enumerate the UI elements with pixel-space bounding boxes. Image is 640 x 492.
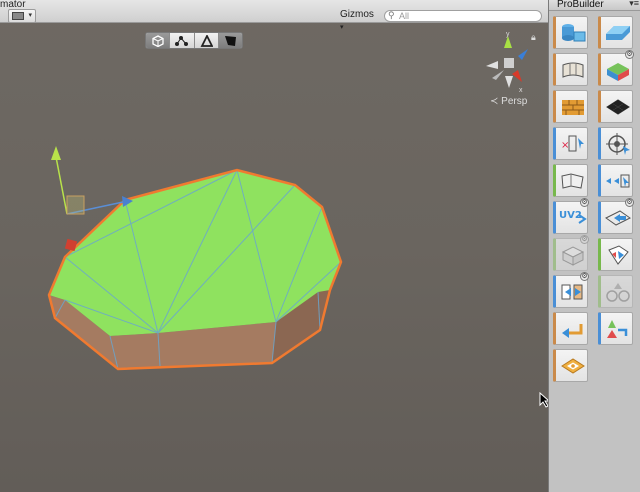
scene-toolbar: mator ▾ Gizmos ▾ ⚲ All bbox=[0, 0, 548, 31]
chevron-down-icon: ▾ bbox=[340, 24, 344, 31]
uv-arrow-icon bbox=[578, 214, 587, 224]
probuilder-tool-grid: ⚙ × ⚙ UV2 ⚙ ⚙ ⚙ bbox=[553, 16, 639, 382]
gizmo-y-label: y bbox=[506, 31, 510, 38]
gizmo-neg-x-cone bbox=[486, 61, 498, 69]
uv2-unwrap-button[interactable]: ⚙ UV2 bbox=[553, 198, 589, 234]
branch-icon bbox=[607, 320, 628, 338]
projection-toggle[interactable]: ≺ Persp bbox=[490, 96, 527, 107]
smoothing-icon bbox=[562, 62, 584, 78]
scene-view[interactable]: mator ▾ Gizmos ▾ ⚲ All y x 🔒︎ ≺ Persp bbox=[0, 0, 551, 492]
face-mode-button[interactable] bbox=[218, 33, 242, 48]
grow-selection-button[interactable]: ⚙ bbox=[598, 198, 634, 234]
proBuilderize-button[interactable] bbox=[553, 312, 588, 345]
new-poly-shape-button[interactable] bbox=[598, 16, 633, 49]
gizmo-plane-handle bbox=[66, 195, 85, 215]
search-input[interactable]: ⚲ All bbox=[384, 10, 542, 22]
uv-editor-button[interactable] bbox=[553, 90, 588, 123]
select-ring-button[interactable] bbox=[598, 164, 633, 197]
gizmo-y-axis bbox=[55, 156, 68, 215]
material-icon bbox=[607, 63, 629, 81]
cube-outline-icon bbox=[561, 246, 585, 266]
probuilder-tab[interactable]: ProBuilder ▾≡ bbox=[549, 0, 640, 11]
gizmo-center-cube bbox=[504, 58, 514, 68]
face-icon bbox=[224, 35, 236, 46]
arrow-icon: ≺ bbox=[490, 96, 502, 107]
shape-icon bbox=[562, 24, 586, 42]
center-pivot-button[interactable] bbox=[553, 349, 588, 382]
poly-shape-icon bbox=[606, 26, 630, 40]
extrude-button[interactable]: ⚙ bbox=[553, 235, 589, 271]
select-hidden-button[interactable]: × bbox=[553, 127, 588, 160]
search-icon: ⚲ bbox=[388, 10, 395, 20]
panel-menu-icon[interactable]: ▾≡ bbox=[629, 0, 639, 8]
merge-objects-button[interactable] bbox=[598, 275, 633, 308]
gizmo-y-arrow bbox=[51, 146, 61, 160]
arrow-turn-icon bbox=[562, 324, 583, 338]
pivot-icon bbox=[561, 358, 585, 374]
search-placeholder: All bbox=[399, 11, 410, 21]
grow-select-icon bbox=[605, 210, 631, 226]
new-shape-button[interactable] bbox=[553, 16, 588, 49]
chevron-down-icon: ▾ bbox=[28, 12, 32, 19]
projection-label: Persp bbox=[501, 96, 528, 107]
crosshair-icon bbox=[606, 133, 630, 155]
cube-icon bbox=[151, 34, 164, 47]
brick-texture-icon bbox=[562, 100, 584, 115]
mirror-icon bbox=[561, 284, 583, 300]
edge-mode-button[interactable] bbox=[195, 33, 219, 48]
vertex-mode-button[interactable] bbox=[170, 33, 195, 48]
gizmo-neg-y-cone bbox=[505, 76, 513, 88]
select-edge-loop-button[interactable] bbox=[598, 312, 633, 345]
gizmo-z-cone bbox=[518, 49, 528, 60]
probuilder-title: ProBuilder bbox=[557, 0, 604, 10]
object-mode-button[interactable] bbox=[146, 33, 171, 48]
gizmos-label: Gizmos bbox=[340, 9, 374, 20]
gizmo-x-label: x bbox=[519, 87, 523, 94]
merge-icon bbox=[606, 283, 630, 302]
mirror-objects-button[interactable]: ⚙ bbox=[553, 272, 589, 308]
checker-icon bbox=[606, 99, 630, 115]
flip-normals-button[interactable] bbox=[553, 164, 588, 197]
probuilder-panel: ProBuilder ▾≡ ⚙ × ⚙ UV2 ⚙ ⚙ ⚙ bbox=[548, 0, 640, 492]
handle-alignment-button[interactable] bbox=[598, 127, 633, 160]
shrink-select-icon bbox=[606, 174, 630, 188]
selection-mode-toolbar bbox=[145, 32, 243, 49]
image-icon bbox=[12, 12, 24, 20]
mesh-object[interactable] bbox=[0, 0, 548, 492]
vertex-colors-button[interactable] bbox=[598, 90, 633, 123]
smoothing-button[interactable] bbox=[553, 53, 588, 86]
vertex-icon bbox=[175, 35, 189, 46]
material-editor-button[interactable]: ⚙ bbox=[598, 50, 634, 86]
gizmos-dropdown[interactable]: Gizmos ▾ bbox=[337, 9, 377, 31]
normals-icon bbox=[608, 245, 629, 265]
surface-icon bbox=[561, 173, 584, 189]
svg-text:×: × bbox=[561, 140, 569, 151]
unity-window: mator ▾ Gizmos ▾ ⚲ All y x 🔒︎ ≺ Persp Pr… bbox=[0, 0, 640, 492]
lock-icon[interactable]: 🔒︎ bbox=[531, 32, 536, 43]
conform-normals-button[interactable] bbox=[598, 238, 633, 271]
edge-icon bbox=[200, 34, 213, 47]
render-mode-dropdown[interactable]: ▾ bbox=[8, 9, 36, 23]
gizmo-x-cone bbox=[512, 70, 522, 82]
toggle-select-icon: × bbox=[561, 135, 584, 152]
